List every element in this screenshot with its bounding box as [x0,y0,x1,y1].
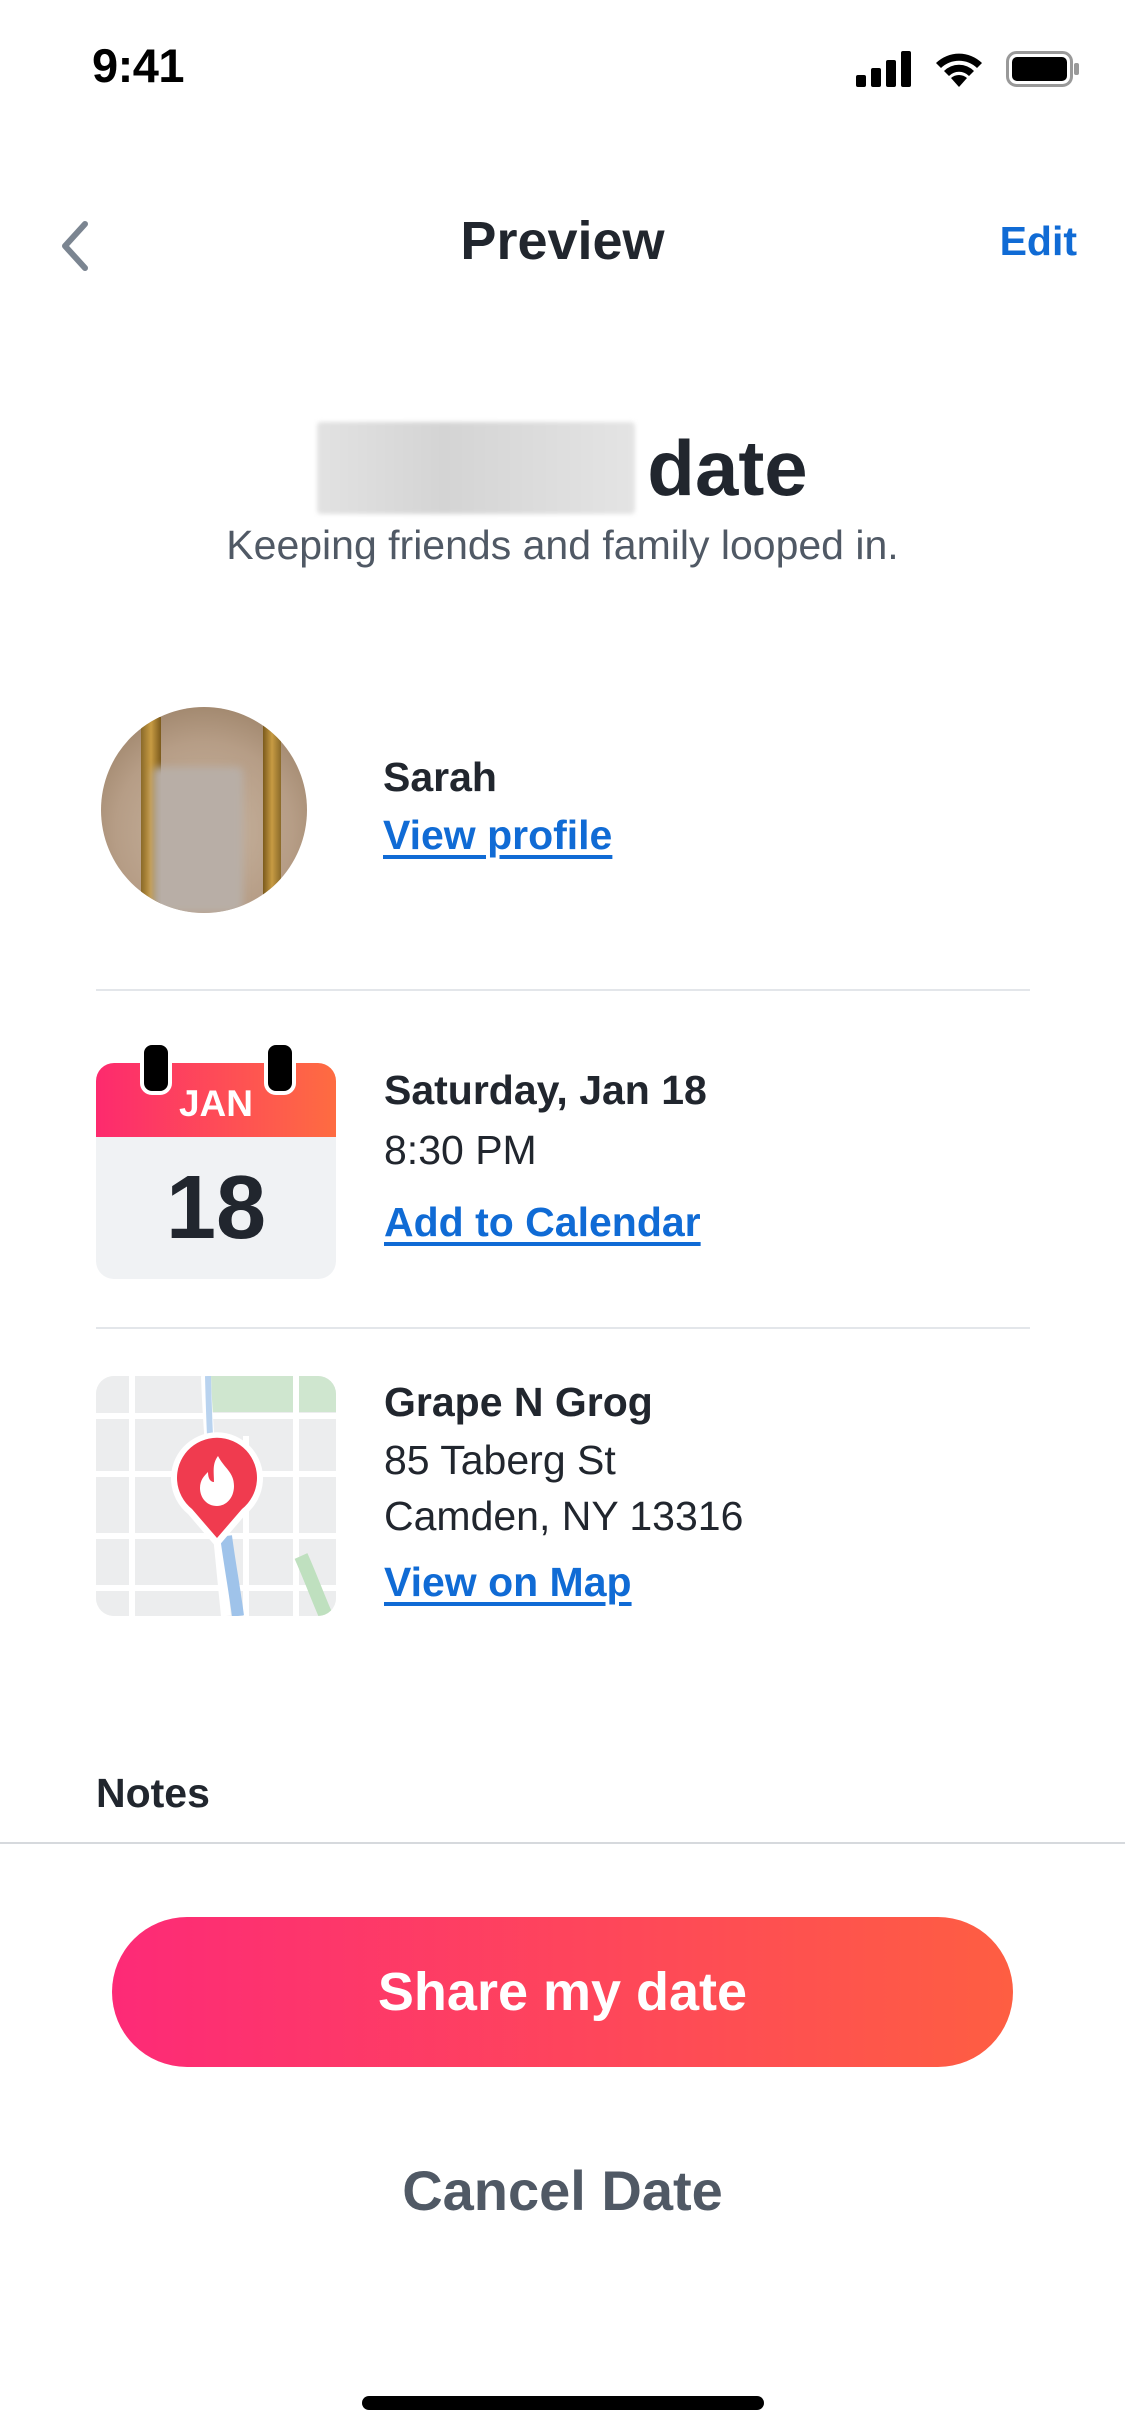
edit-button[interactable]: Edit [1000,218,1077,265]
battery-icon [1006,51,1079,87]
notes-label: Notes [96,1770,210,1816]
headline: date [0,422,1125,514]
page-title: Preview [460,211,665,271]
time-text: 8:30 PM [384,1127,537,1173]
calendar-day: 18 [96,1137,336,1279]
date-preview-screen: 9:41 Preview Edit date Keeping friends a… [0,0,1125,2436]
headline-suffix: date [647,424,808,512]
venue-name: Grape N Grog [384,1379,653,1425]
view-profile-link[interactable]: View profile [383,812,612,859]
cancel-date-button[interactable]: Cancel Date [0,2158,1125,2223]
status-icons [856,46,1080,92]
address-line-2: Camden, NY 13316 [384,1493,744,1539]
map-pin-flame-icon [171,1432,263,1548]
subtitle: Keeping friends and family looped in. [226,522,899,568]
divider [96,1327,1030,1329]
date-text: Saturday, Jan 18 [384,1067,707,1113]
calendar-icon: JAN 18 [96,1041,336,1279]
view-on-map-link[interactable]: View on Map [384,1559,632,1606]
redacted-name [317,422,636,514]
map-thumbnail[interactable] [96,1376,336,1616]
calendar-month: JAN [96,1063,336,1137]
avatar [101,707,307,913]
wifi-icon [936,53,982,87]
divider [96,989,1030,991]
address-line-1: 85 Taberg St [384,1437,616,1483]
status-time: 9:41 [92,39,185,92]
match-name: Sarah [383,754,497,800]
add-to-calendar-link[interactable]: Add to Calendar [384,1199,701,1246]
cellular-signal-icon [856,51,911,87]
home-indicator[interactable] [362,2396,764,2410]
share-date-button[interactable]: Share my date [112,1917,1013,2067]
